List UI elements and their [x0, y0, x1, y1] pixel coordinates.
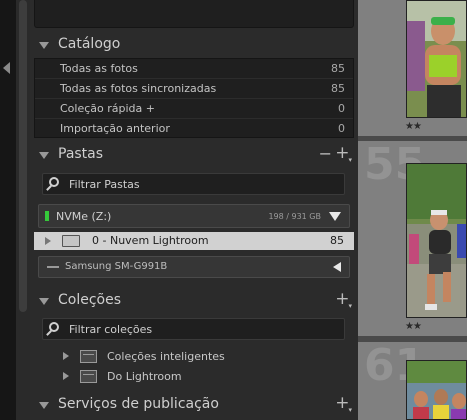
catalog-item-quick-collection[interactable]: Coleção rápida + 0 — [35, 99, 353, 119]
left-panel-edge[interactable] — [0, 0, 16, 420]
expand-triangle-icon[interactable] — [39, 42, 49, 49]
star-rating[interactable]: ★★ — [405, 121, 422, 132]
folder-expand-icon[interactable] — [45, 237, 51, 245]
filter-folders-input[interactable]: Filtrar Pastas — [42, 173, 345, 195]
add-collection-button[interactable]: +▾ — [335, 289, 352, 310]
collection-set-icon — [80, 370, 97, 383]
volume-size: 198 / 931 GB — [268, 212, 321, 221]
left-panel: Catálogo Todas as fotos 85 Todas as foto… — [30, 0, 358, 420]
filter-collections-input[interactable]: Filtrar coleções — [42, 318, 345, 340]
expand-triangle-icon[interactable] — [63, 372, 69, 380]
catalog-item-count: 85 — [331, 82, 345, 95]
navigator-preview-area — [34, 0, 354, 28]
catalog-item-count: 0 — [338, 102, 345, 115]
folder-icon — [62, 235, 80, 247]
search-icon — [49, 177, 59, 187]
search-icon — [49, 322, 59, 332]
catalog-item-label: Coleção rápida + — [60, 102, 155, 115]
catalog-item-count: 0 — [338, 122, 345, 135]
collection-set-smart[interactable]: Coleções inteligentes — [34, 347, 354, 367]
crowd-photo-image — [407, 361, 466, 419]
add-folder-button[interactable]: +▾ — [335, 143, 352, 164]
expand-triangle-icon[interactable] — [63, 352, 69, 360]
catalog-item-label: Todas as fotos sincronizadas — [60, 82, 217, 95]
device-name: Samsung SM-G991B — [65, 261, 168, 272]
photo-thumbnail[interactable] — [406, 163, 467, 318]
runner-photo-image — [407, 164, 466, 317]
collection-set-label: Coleções inteligentes — [107, 350, 225, 363]
catalog-title: Catálogo — [58, 36, 121, 52]
catalog-item-synced-photos[interactable]: Todas as fotos sincronizadas 85 — [35, 79, 353, 99]
volume-header[interactable]: NVMe (Z:) 198 / 931 GB — [38, 204, 350, 228]
device-icon — [47, 266, 59, 268]
grid-cell[interactable]: 61 — [358, 340, 467, 420]
folders-title: Pastas — [58, 146, 104, 162]
folder-name: 0 - Nuvem Lightroom — [92, 234, 209, 247]
catalog-section-header[interactable]: Catálogo — [30, 32, 358, 58]
catalog-item-label: Importação anterior — [60, 122, 170, 135]
volume-name: NVMe (Z:) — [56, 210, 112, 223]
collapse-left-panel-icon[interactable] — [3, 62, 10, 74]
panel-scrollbar-thumb[interactable] — [19, 0, 27, 312]
photo-thumbnail[interactable] — [406, 0, 467, 118]
catalog-item-label: Todas as fotos — [60, 62, 138, 75]
grid-cell[interactable]: ★★ — [358, 0, 467, 136]
filter-collections-placeholder: Filtrar coleções — [69, 323, 153, 336]
device-header[interactable]: Samsung SM-G991B — [38, 256, 350, 278]
folder-count: 85 — [330, 234, 344, 247]
collection-set-from-lightroom[interactable]: Do Lightroom — [34, 367, 354, 387]
add-publish-service-button[interactable]: +▾ — [335, 393, 352, 414]
catalog-item-count: 85 — [331, 62, 345, 75]
device-expand-icon[interactable] — [333, 262, 341, 272]
volume-status-indicator — [45, 211, 49, 221]
star-rating[interactable]: ★★ — [405, 321, 422, 332]
folder-row-selected[interactable]: 0 - Nuvem Lightroom 85 — [34, 232, 354, 250]
remove-folder-button[interactable]: − — [319, 144, 332, 163]
filter-folders-placeholder: Filtrar Pastas — [69, 178, 140, 191]
expand-triangle-icon[interactable] — [39, 152, 49, 159]
expand-triangle-icon[interactable] — [39, 402, 49, 409]
grid-cell[interactable]: 55 ★★ — [358, 139, 467, 336]
collection-set-icon — [80, 350, 97, 363]
catalog-item-all-photos[interactable]: Todas as fotos 85 — [35, 59, 353, 79]
publish-services-section-header[interactable]: Serviços de publicação +▾ — [30, 392, 358, 418]
photo-thumbnail[interactable] — [406, 360, 467, 420]
runner-photo-image — [407, 1, 466, 117]
collection-set-label: Do Lightroom — [107, 370, 182, 383]
photo-grid: ★★ 55 ★★ 61 — [358, 0, 467, 420]
expand-triangle-icon[interactable] — [39, 298, 49, 305]
collections-section-header[interactable]: Coleções +▾ — [30, 288, 358, 314]
collections-title: Coleções — [58, 292, 122, 308]
folders-section-header[interactable]: Pastas − +▾ — [30, 142, 358, 168]
catalog-list: Todas as fotos 85 Todas as fotos sincron… — [34, 58, 354, 138]
publish-services-title: Serviços de publicação — [58, 396, 219, 412]
volume-collapse-icon[interactable] — [329, 212, 341, 221]
catalog-item-previous-import[interactable]: Importação anterior 0 — [35, 119, 353, 139]
